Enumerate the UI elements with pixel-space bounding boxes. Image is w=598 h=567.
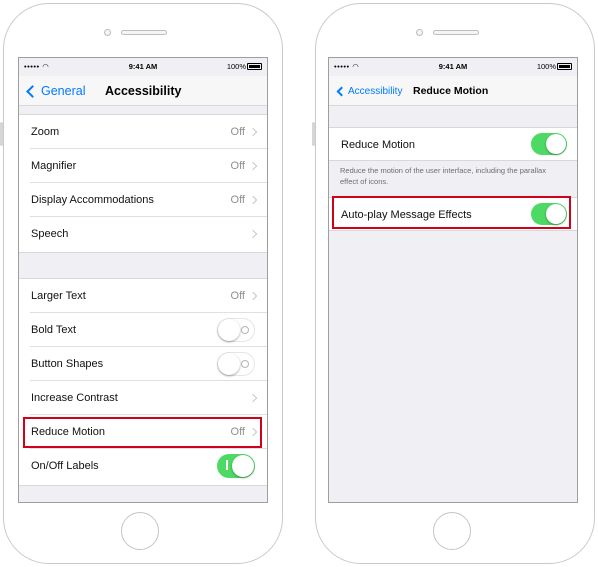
chevron-right-icon: [248, 195, 258, 205]
settings-row-button-shapes: Button Shapes: [19, 347, 267, 381]
toggle-knob: [218, 319, 240, 341]
front-camera: [416, 29, 423, 36]
settings-row-reduce-motion: Reduce Motion: [329, 128, 577, 162]
page-title: Reduce Motion: [413, 85, 489, 97]
battery-indicator: 100%: [227, 62, 262, 71]
toggle-knob: [232, 455, 254, 477]
row-value: Off: [230, 194, 245, 206]
reduce-motion-screen: ••••• ◠ 9:41 AM 100% Accessibility Reduc…: [328, 57, 578, 503]
settings-row-on-off-labels: On/Off Labels: [19, 449, 267, 483]
row-label: Zoom: [31, 126, 60, 138]
chevron-left-icon: [26, 84, 39, 98]
battery-icon: [247, 63, 262, 70]
mute-switch: [0, 122, 3, 146]
on-off-labels-toggle[interactable]: [217, 454, 255, 478]
settings-row-speech[interactable]: Speech: [19, 217, 267, 251]
row-value: Off: [230, 290, 245, 302]
earpiece-speaker: [433, 30, 479, 35]
row-label: Larger Text: [31, 290, 86, 302]
status-bar: ••••• ◠ 9:41 AM 100%: [329, 58, 577, 76]
row-label: Speech: [31, 228, 69, 240]
back-button-label: Accessibility: [348, 85, 403, 97]
settings-row-increase-contrast[interactable]: Increase Contrast: [19, 381, 267, 415]
home-button[interactable]: [433, 512, 471, 550]
settings-row-zoom[interactable]: Zoom Off: [19, 115, 267, 149]
settings-row-larger-text[interactable]: Larger Text Off: [19, 279, 267, 313]
bold-text-toggle[interactable]: [217, 318, 255, 342]
settings-row-display-accommodations[interactable]: Display Accommodations Off: [19, 183, 267, 217]
row-value: Off: [230, 160, 245, 172]
settings-group-interaction: Larger Text Off Bold Text Button Shapes …: [19, 278, 267, 486]
off-label-icon: [241, 326, 249, 334]
row-label: Bold Text: [31, 324, 77, 336]
chevron-right-icon: [248, 161, 258, 171]
navigation-bar: Accessibility Reduce Motion: [329, 76, 577, 106]
auto-play-highlight-box: [332, 196, 571, 229]
back-button-accessibility[interactable]: Accessibility: [336, 76, 403, 106]
chevron-left-icon: [336, 86, 347, 96]
button-shapes-toggle[interactable]: [217, 352, 255, 376]
battery-indicator: 100%: [537, 62, 572, 71]
chevron-right-icon: [248, 229, 258, 239]
earpiece-speaker: [121, 30, 167, 35]
settings-row-bold-text: Bold Text: [19, 313, 267, 347]
chevron-right-icon: [248, 127, 258, 137]
status-bar: ••••• ◠ 9:41 AM 100%: [19, 58, 267, 76]
row-label: Display Accommodations: [31, 194, 154, 206]
chevron-right-icon: [248, 393, 258, 403]
settings-row-magnifier[interactable]: Magnifier Off: [19, 149, 267, 183]
row-label: Button Shapes: [31, 358, 104, 370]
toggle-knob: [218, 353, 240, 375]
back-button-label: General: [41, 84, 86, 98]
front-camera: [104, 29, 111, 36]
battery-percent: 100%: [536, 62, 556, 71]
row-label: Reduce Motion: [341, 139, 415, 151]
navigation-bar: General Accessibility: [19, 76, 267, 106]
reduce-motion-toggle[interactable]: [531, 133, 567, 155]
row-label: Magnifier: [31, 160, 77, 172]
row-label: Increase Contrast: [31, 392, 118, 404]
settings-group-vision: Zoom Off Magnifier Off Display Accommoda…: [19, 114, 267, 253]
reduce-motion-description: Reduce the motion of the user interface,…: [340, 166, 546, 186]
row-label: On/Off Labels: [31, 460, 99, 472]
on-label-icon: [226, 460, 228, 470]
page-title: Accessibility: [105, 84, 182, 98]
back-button-general[interactable]: General: [26, 76, 86, 106]
settings-group-reduce-motion: Reduce Motion: [329, 127, 577, 161]
reduce-motion-highlight-box: [23, 417, 262, 448]
battery-icon: [557, 63, 572, 70]
off-label-icon: [241, 360, 249, 368]
row-value: Off: [230, 126, 245, 138]
toggle-knob: [546, 134, 566, 154]
chevron-right-icon: [248, 291, 258, 301]
mute-switch: [312, 122, 315, 146]
battery-percent: 100%: [226, 62, 246, 71]
home-button[interactable]: [121, 512, 159, 550]
